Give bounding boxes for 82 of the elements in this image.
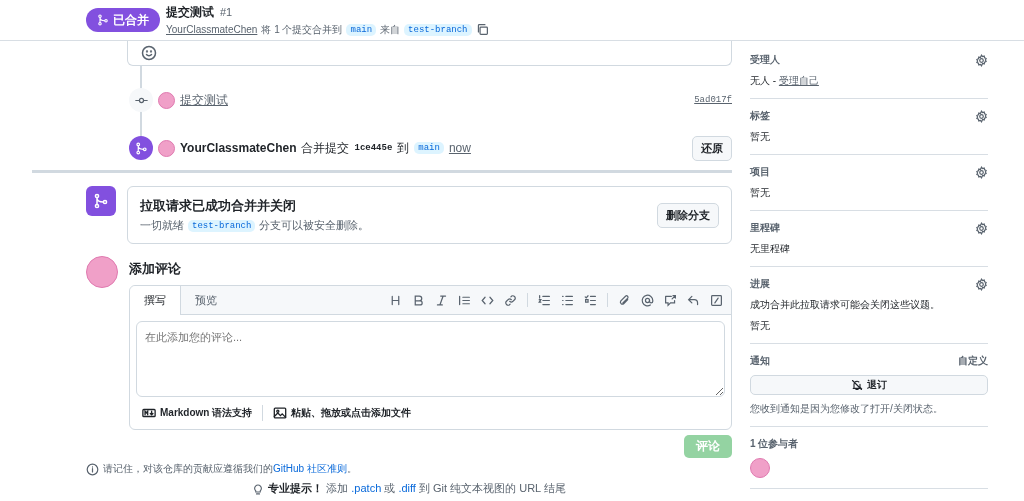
sidebar-note: 成功合并此拉取请求可能会关闭这些议题。 <box>750 298 941 312</box>
link-icon[interactable] <box>504 293 517 307</box>
actor-link[interactable]: YourClassmateChen <box>180 141 297 155</box>
sidebar-heading: 通知 <box>750 354 770 368</box>
commit-sha: 1ce445e <box>354 143 393 153</box>
cross-reference-icon[interactable] <box>664 293 677 307</box>
merge-icon <box>97 14 109 26</box>
lightbulb-icon <box>252 482 265 495</box>
editor-tab[interactable]: 撰写 <box>130 286 181 315</box>
branch-tag[interactable]: main <box>346 23 377 36</box>
pr-number: #1 <box>220 5 233 18</box>
protip-link[interactable]: .diff <box>398 482 416 494</box>
event-text: 合并提交 <box>301 139 350 157</box>
merge-icon <box>134 141 148 155</box>
sidebar-heading: 进展 <box>750 277 770 291</box>
branch-tag[interactable]: main <box>414 142 444 154</box>
reply-icon[interactable] <box>687 293 700 307</box>
gear-icon[interactable] <box>975 109 988 123</box>
sidebar-heading: 项目 <box>750 165 770 179</box>
merge-text: 一切就绪 <box>140 218 184 233</box>
numbered-list-icon[interactable] <box>538 293 551 307</box>
author-link[interactable]: YourClassmateChen <box>166 24 258 35</box>
revert-button[interactable]: 还原 <box>692 135 732 161</box>
sidebar-value: 暂无 <box>750 130 771 144</box>
event-text: 到 <box>397 139 410 157</box>
markdown-icon <box>142 406 156 420</box>
branch-tag[interactable]: test-branch <box>404 23 472 36</box>
task-list-icon[interactable] <box>584 293 597 307</box>
heading-icon[interactable] <box>389 293 402 307</box>
editor-tab[interactable]: 预览 <box>181 286 231 314</box>
gear-icon[interactable] <box>975 165 988 179</box>
info-icon <box>86 462 99 476</box>
summary-text: 将 1 个提交合并到 <box>261 22 343 37</box>
sidebar-value: 无里程碑 <box>750 242 791 256</box>
quote-icon[interactable] <box>458 293 471 307</box>
copy-icon[interactable] <box>475 23 489 36</box>
merge-title: 拉取请求已成功合并并关闭 <box>140 197 297 215</box>
avatar <box>158 91 175 109</box>
composer-heading: 添加评论 <box>129 260 182 278</box>
assign-yourself-link[interactable]: 受理自己 <box>778 75 819 86</box>
smiley-icon[interactable] <box>141 45 157 61</box>
sidebar-heading: 里程碑 <box>750 221 780 235</box>
pr-title: 提交测试 <box>166 3 214 21</box>
commit-link[interactable]: 提交测试 <box>180 91 228 109</box>
bullet-list-icon[interactable] <box>561 293 574 307</box>
protip-link[interactable]: .patch <box>351 482 382 494</box>
commit-sha-link[interactable]: 5ad017f <box>694 95 732 105</box>
time-link[interactable]: now <box>448 141 471 155</box>
unsubscribe-button[interactable]: 退订 <box>750 375 988 395</box>
merge-glyph-icon <box>93 193 109 209</box>
avatar <box>158 139 175 157</box>
gear-icon[interactable] <box>975 221 988 235</box>
community-guidelines-link[interactable]: GitHub 社区准则 <box>273 463 347 474</box>
mention-icon[interactable] <box>641 293 654 307</box>
sidebar-heading: 受理人 <box>750 53 780 67</box>
merge-text: 分支可以被安全删除。 <box>259 218 370 233</box>
italic-icon[interactable] <box>435 293 448 307</box>
guideline-text: 请记住，对该仓库的贡献应遵循我们的GitHub 社区准则。 <box>103 462 357 476</box>
participant-avatar[interactable] <box>750 458 770 478</box>
slash-command-icon[interactable] <box>710 293 723 307</box>
branch-tag[interactable]: test-branch <box>188 219 256 232</box>
sidebar-value: 无人 - <box>750 75 778 86</box>
sidebar-heading: 标签 <box>750 109 770 123</box>
avatar <box>86 256 118 288</box>
image-icon <box>273 406 288 420</box>
sidebar-value: 暂无 <box>750 186 771 200</box>
delete-branch-button[interactable]: 删除分支 <box>657 202 719 228</box>
gear-icon[interactable] <box>975 53 988 67</box>
bold-icon[interactable] <box>412 293 425 307</box>
sidebar-value: 暂无 <box>750 319 771 333</box>
customize-link[interactable]: 自定义 <box>958 354 988 368</box>
merged-status-badge: 已合并 <box>86 8 160 32</box>
notification-note: 您收到通知是因为您修改了打开/关闭状态。 <box>750 402 944 416</box>
markdown-help-link[interactable]: Markdown 语法支持 <box>160 406 253 420</box>
comment-input[interactable]: 在此添加您的评论... <box>136 321 725 397</box>
bell-slash-icon <box>851 379 863 391</box>
paperclip-icon[interactable] <box>618 293 631 307</box>
sidebar-heading: 1 位参与者 <box>750 437 799 451</box>
protip-text: 专业提示！ 添加 .patch 或 .diff 到 Git 纯文本视图的 URL 结尾 <box>268 481 566 496</box>
attach-files-text[interactable]: 粘贴、拖放或点击添加文件 <box>291 406 412 420</box>
gear-icon[interactable] <box>975 277 988 291</box>
from-text: 来自 <box>380 22 401 37</box>
